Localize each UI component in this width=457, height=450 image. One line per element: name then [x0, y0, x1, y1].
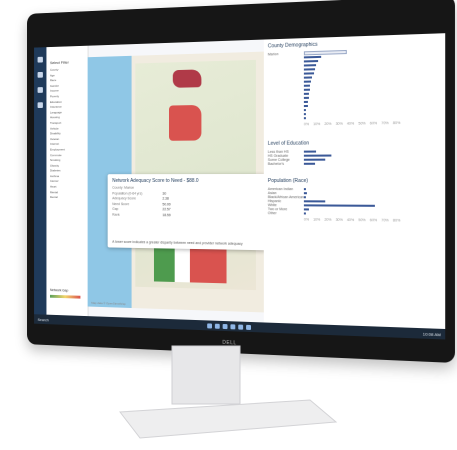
monitor-stand: [119, 345, 338, 439]
stand-neck: [171, 345, 241, 405]
stand-base: [119, 399, 338, 439]
